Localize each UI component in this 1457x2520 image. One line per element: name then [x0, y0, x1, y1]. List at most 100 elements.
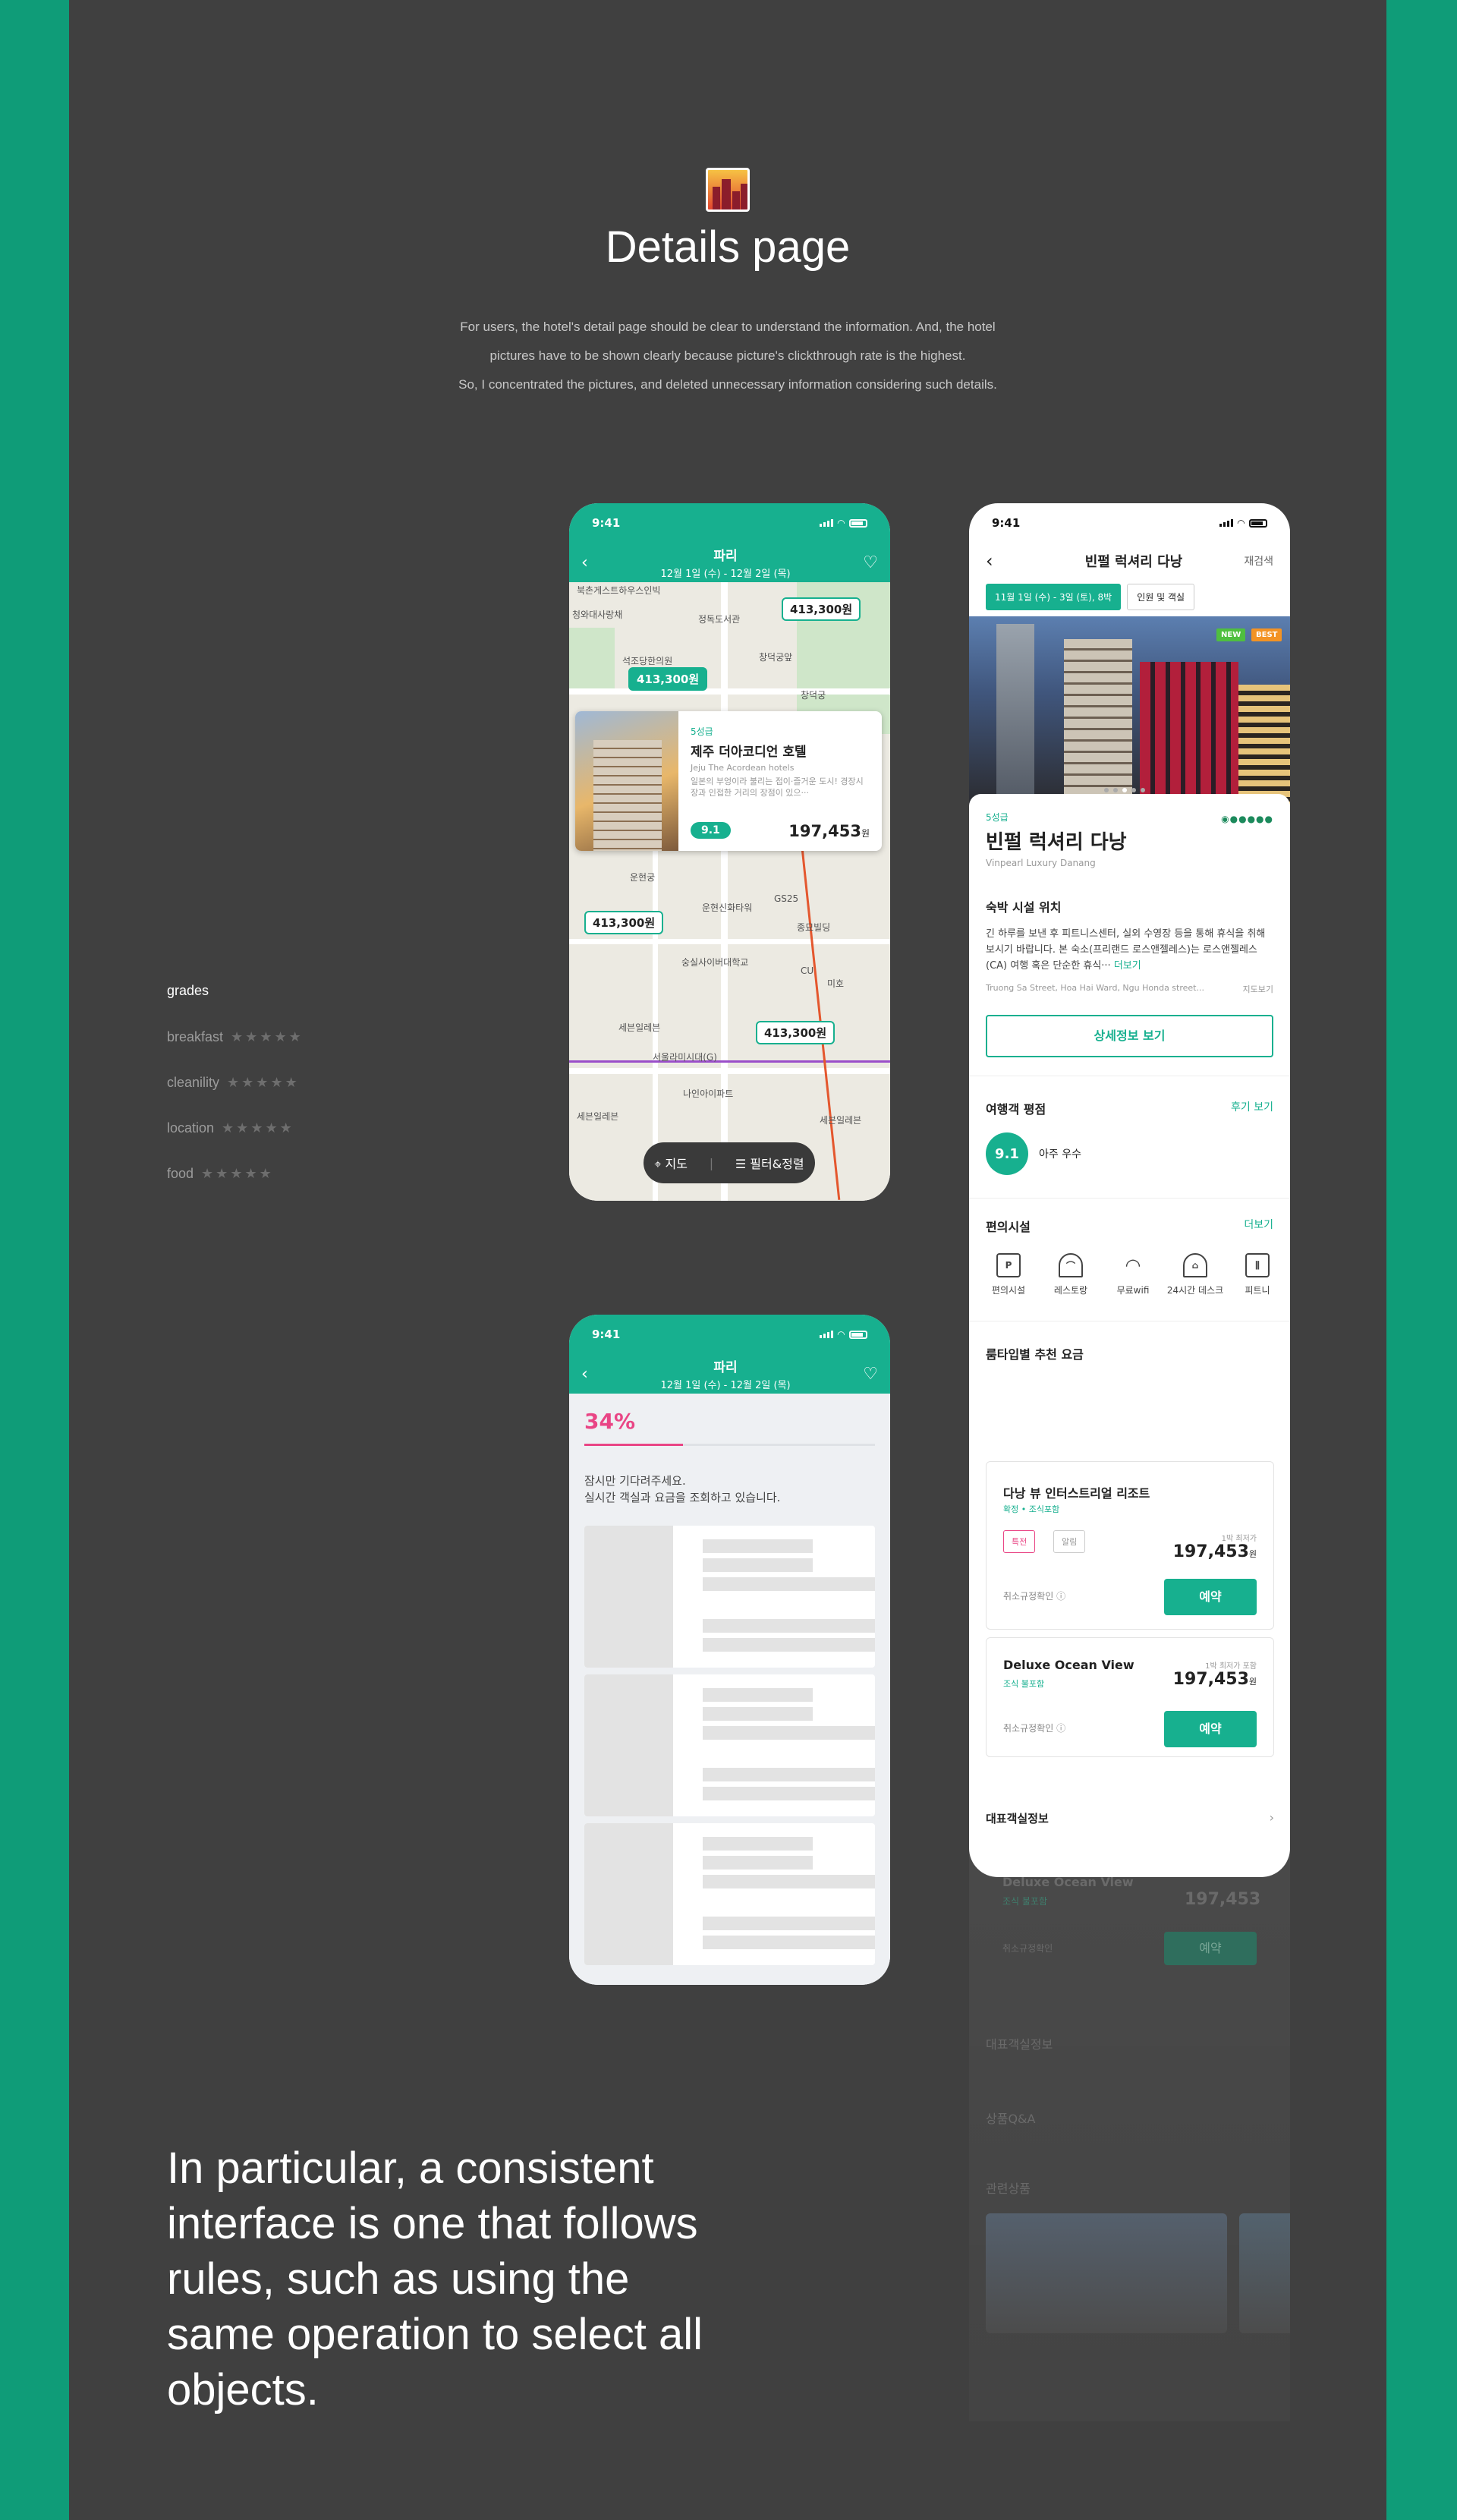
guest-chip[interactable]: 인원 및 객실: [1127, 584, 1195, 610]
cancel-policy-link[interactable]: 취소규정확인: [1003, 1591, 1053, 1602]
map-toggle[interactable]: ⌖ 지도: [654, 1154, 688, 1172]
amenity-label: 레스토랑: [1053, 1285, 1088, 1296]
grades-panel: grades breakfast ★★★★★ cleanility ★★★★★ lo…: [167, 983, 304, 1211]
grade-row: breakfast ★★★★★: [167, 1029, 304, 1075]
gallery-dots[interactable]: [1104, 788, 1145, 792]
book-button[interactable]: 예약: [1164, 1711, 1257, 1747]
map-phone: 9:41 ◠ ‹ 파리 12월 1일 (수) - 12월 2일 (목) ♡ 북촌게…: [569, 503, 890, 1201]
date-chip[interactable]: 11월 1일 (수) - 3일 (토), 8박: [986, 584, 1122, 610]
faded-rep-room: 대표객실정보: [986, 2037, 1053, 2052]
amenities-title: 편의시설: [986, 1220, 1031, 1234]
price-pin-selected[interactable]: 413,300원: [628, 667, 708, 691]
back-icon[interactable]: ‹: [986, 550, 993, 572]
hotel-address: Truong Sa Street, Hoa Hai Ward, Ngu Hond…: [986, 983, 1204, 993]
skeleton-card: [584, 1823, 875, 1965]
loading-phone: 9:41 ◠ ‹ 파리 12월 1일 (수) - 12월 2일 (목) ♡ 34%…: [569, 1315, 890, 1985]
price-pin[interactable]: 413,300원: [756, 1021, 835, 1044]
filter-icon: ☰: [735, 1157, 747, 1171]
faded-price: 197,453: [1185, 1890, 1261, 1909]
grades-title: grades: [167, 983, 209, 998]
rep-room-row[interactable]: 대표객실정보 ›: [986, 1810, 1274, 1826]
hotel-gallery[interactable]: NEW BEST: [969, 616, 1290, 806]
info-icon: ⓘ: [1056, 1723, 1066, 1734]
intro-line: pictures have to be shown clearly becaus…: [489, 348, 966, 363]
faded-room-sub: 조식 불포함: [1002, 1896, 1048, 1907]
detail-title: 빈펄 럭셔리 다낭: [1084, 554, 1183, 570]
hotel-price: 197,453: [788, 822, 861, 840]
status-bar: 9:41 ◠: [569, 1315, 890, 1354]
book-button[interactable]: 예약: [1164, 1579, 1257, 1615]
map-label: 세븐일레븐: [577, 1111, 619, 1122]
filter-button[interactable]: ☰ 필터&정렬: [735, 1154, 804, 1172]
price-note: 1박 최저가: [1221, 1535, 1257, 1543]
heart-icon[interactable]: ♡: [863, 553, 878, 572]
grade-row: cleanility ★★★★★: [167, 1075, 304, 1120]
score-text: 아주 우수: [1039, 1148, 1081, 1161]
back-icon[interactable]: ‹: [581, 1365, 588, 1384]
skeleton-card: [584, 1526, 875, 1668]
map-view[interactable]: 북촌게스트하우스인빅 정독도서관 청와대사랑채 석조당한의원 창덕궁앞 창덕궁 …: [569, 582, 890, 1201]
presentation-canvas: Details page For users, the hotel's deta…: [69, 0, 1386, 2520]
map-nav: ‹ 파리 12월 1일 (수) - 12월 2일 (목) ♡: [569, 543, 890, 582]
map-label: 청와대사랑채: [572, 610, 623, 620]
review-link[interactable]: 후기 보기: [1231, 1099, 1273, 1117]
faded-cancel: 취소규정확인: [1002, 1943, 1053, 1954]
progress-percent: 34%: [584, 1409, 636, 1434]
fitness-icon: ⫼: [1245, 1253, 1270, 1277]
map-label: GS25: [774, 893, 799, 904]
info-icon: ⓘ: [1056, 1591, 1066, 1602]
map-label: 운현신화타워: [702, 902, 753, 913]
intro-line: For users, the hotel's detail page shoul…: [460, 320, 996, 334]
price-pin[interactable]: 413,300원: [584, 911, 664, 934]
map-label: 서울라미시대(G): [653, 1052, 717, 1063]
rate-title: 룸타입별 추천 요금: [986, 1347, 1084, 1362]
room-card[interactable]: 다낭 뷰 인터스트리얼 리조트 확정 • 조식포함 특전 알림 1박 최저가 1…: [986, 1461, 1274, 1630]
new-badge: NEW: [1216, 628, 1246, 641]
status-bar: 9:41 ◠: [969, 503, 1290, 543]
date-range[interactable]: 12월 1일 (수) - 12월 2일 (목): [660, 1377, 790, 1391]
grade-label: breakfast: [167, 1029, 224, 1044]
loading-message: 잠시만 기다려주세요.: [584, 1474, 686, 1488]
map-label: 창덕궁: [801, 690, 826, 701]
hotel-desc: 일본의 부엉이라 불리는 접이·즐거운 도시! 경장시장과 인접한 거리의 장점…: [691, 776, 864, 798]
hotel-grade: 5성급: [691, 726, 713, 737]
hotel-en-name: Jeju The Acordean hotels: [691, 763, 795, 773]
faded-related-image: [1239, 2213, 1290, 2333]
tripadvisor-rating-icon: ◉●●●●●: [1221, 814, 1273, 824]
room-sub: 조식 불포함: [1003, 1679, 1045, 1689]
amenities-more[interactable]: 더보기: [1244, 1217, 1273, 1235]
room-name: 다낭 뷰 인터스트리얼 리조트: [1003, 1486, 1150, 1501]
room-card[interactable]: Deluxe Ocean View 조식 불포함 1박 최저가 포함 197,4…: [986, 1637, 1274, 1757]
map-label: 숭실사이버대학교: [681, 957, 749, 968]
hotel-card[interactable]: 5성급 제주 더아코디언 호텔 Jeju The Acordean hotels…: [575, 711, 882, 851]
price-pin[interactable]: 413,300원: [782, 597, 861, 621]
map-label: 창덕궁앞: [759, 652, 793, 663]
detail-info-button[interactable]: 상세정보 보기: [986, 1015, 1273, 1057]
city-title: 파리: [713, 549, 738, 564]
faded-related: 관련상품: [986, 2181, 1031, 2196]
price-unit: 원: [861, 828, 870, 839]
grade-label: food: [167, 1166, 194, 1181]
price-unit: 원: [1248, 1677, 1257, 1687]
benefit-tag[interactable]: 특전: [1003, 1530, 1036, 1553]
intro-line: So, I concentrated the pictures, and del…: [458, 377, 997, 392]
loading-nav: ‹ 파리 12월 1일 (수) - 12월 2일 (목) ♡: [569, 1354, 890, 1394]
map-label: 석조당한의원: [622, 656, 673, 666]
status-icons: ◠: [819, 1329, 867, 1340]
back-icon[interactable]: ‹: [581, 553, 588, 572]
heart-icon[interactable]: ♡: [863, 1365, 878, 1384]
grade-row: location ★★★★★: [167, 1120, 304, 1166]
best-badge: BEST: [1251, 628, 1282, 641]
loading-submessage: 실시간 객실과 요금을 조회하고 있습니다.: [584, 1491, 781, 1504]
amenity-label: 편의시설: [991, 1285, 1026, 1296]
map-link[interactable]: 지도보기: [1243, 983, 1273, 995]
cancel-policy-link[interactable]: 취소규정확인: [1003, 1723, 1053, 1734]
status-time: 9:41: [592, 516, 621, 530]
date-range[interactable]: 12월 1일 (수) - 12월 2일 (목): [660, 565, 790, 580]
skeleton-card: [584, 1674, 875, 1816]
faded-qa: 상품Q&A: [986, 2112, 1036, 2126]
re-search-button[interactable]: 재검색: [1244, 553, 1273, 569]
intro-text: For users, the hotel's detail page shoul…: [69, 313, 1386, 399]
more-link[interactable]: 더보기: [1114, 960, 1141, 972]
alert-tag[interactable]: 알림: [1053, 1530, 1086, 1553]
